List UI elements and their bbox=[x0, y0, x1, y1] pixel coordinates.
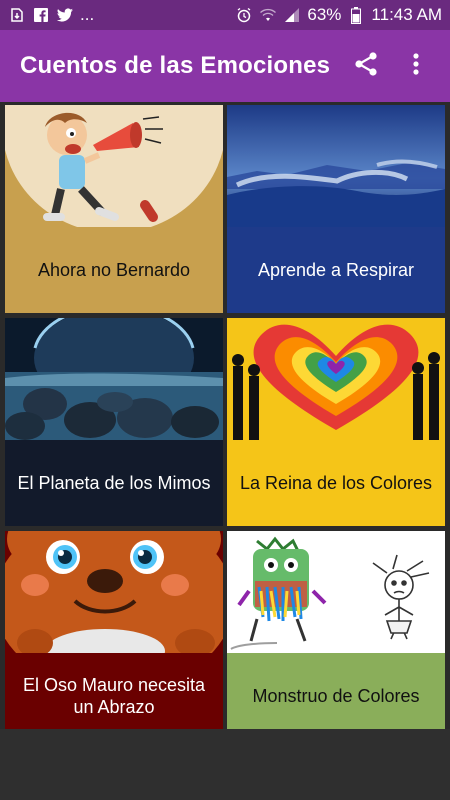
story-card-el-oso-mauro-necesita-un-abrazo[interactable]: El Oso Mauro necesita un Abrazo bbox=[5, 531, 223, 739]
overflow-menu-button[interactable] bbox=[396, 46, 436, 86]
status-system: 63% 11:43 AM bbox=[235, 5, 442, 25]
story-title: El Planeta de los Mimos bbox=[5, 440, 223, 526]
battery-percent: 63% bbox=[307, 5, 342, 24]
wifi-icon bbox=[259, 6, 277, 24]
story-image bbox=[5, 105, 223, 227]
story-card-ahora-no-bernardo[interactable]: Ahora no Bernardo bbox=[5, 105, 223, 313]
twitter-icon bbox=[56, 6, 74, 24]
battery-icon bbox=[347, 6, 365, 24]
story-card-aprende-a-respirar[interactable]: Aprende a Respirar bbox=[227, 105, 445, 313]
story-title: El Oso Mauro necesita un Abrazo bbox=[5, 653, 223, 739]
signal-icon bbox=[283, 6, 301, 24]
story-image bbox=[227, 318, 445, 440]
more-vert-icon bbox=[412, 52, 420, 81]
app-title: Cuentos de las Emociones bbox=[20, 52, 331, 79]
empty-space bbox=[0, 729, 450, 800]
story-title: La Reina de los Colores bbox=[227, 440, 445, 526]
story-card-el-planeta-de-los-mimos[interactable]: El Planeta de los Mimos bbox=[5, 318, 223, 526]
story-image bbox=[5, 531, 223, 653]
app-bar: Cuentos de las Emociones bbox=[0, 30, 450, 102]
story-title: Aprende a Respirar bbox=[227, 227, 445, 313]
alarm-icon bbox=[235, 6, 253, 24]
story-card-la-reina-de-los-colores[interactable]: La Reina de los Colores bbox=[227, 318, 445, 526]
story-card-monstruo-de-colores[interactable]: Monstruo de Colores bbox=[227, 531, 445, 739]
download-icon bbox=[8, 6, 26, 24]
story-image bbox=[227, 105, 445, 227]
share-button[interactable] bbox=[346, 46, 386, 86]
status-bar: ... 63% 11:43 AM bbox=[0, 0, 450, 30]
share-icon bbox=[353, 51, 379, 82]
facebook-icon bbox=[32, 6, 50, 24]
story-image bbox=[227, 531, 445, 653]
status-notifications: ... bbox=[8, 5, 235, 25]
clock: 11:43 AM bbox=[371, 5, 442, 24]
more-notifications: ... bbox=[80, 5, 95, 24]
story-image bbox=[5, 318, 223, 440]
story-title: Ahora no Bernardo bbox=[5, 227, 223, 313]
story-title: Monstruo de Colores bbox=[227, 653, 445, 739]
